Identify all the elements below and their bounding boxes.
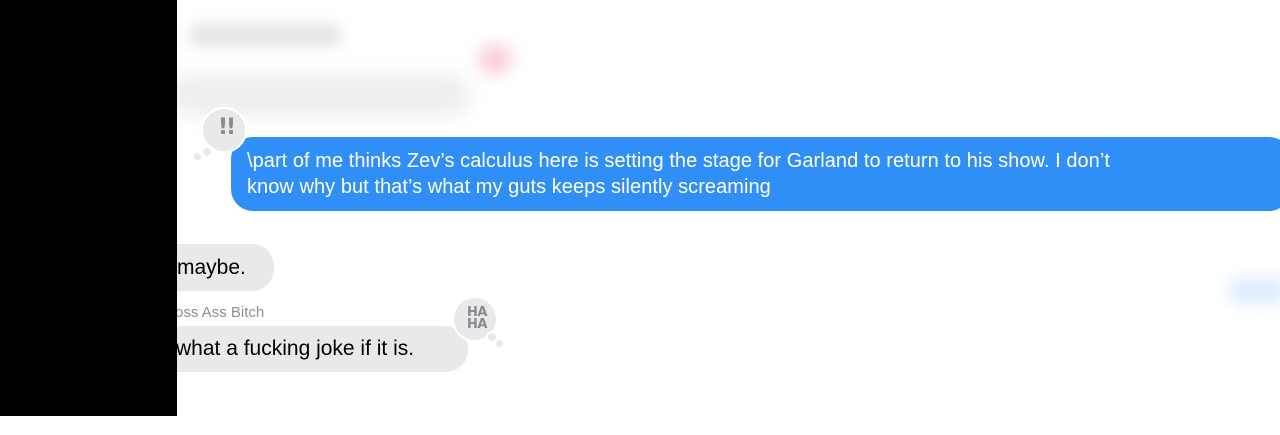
tapback-glyph-bottom: HA	[467, 317, 487, 332]
blurred-reaction	[478, 44, 512, 74]
blurred-bubble-edge	[1228, 278, 1280, 304]
message-text: maybe.	[177, 256, 246, 279]
tapback-glyph: !!	[217, 115, 236, 140]
redaction-block	[0, 0, 177, 416]
blurred-sender-name	[190, 24, 340, 46]
tapback-tail	[496, 340, 503, 347]
outgoing-message-bubble[interactable]: \part of me thinks Zev’s calculus here i…	[231, 137, 1280, 211]
sender-name: Boss Ass Bitch	[165, 304, 265, 321]
message-text-line: \part of me thinks Zev’s calculus here i…	[247, 150, 1110, 172]
message-thread: \part of me thinks Zev’s calculus here i…	[0, 0, 1280, 435]
tapback-tail	[194, 153, 201, 160]
message-text-line: know why but that’s what my guts keeps s…	[247, 176, 771, 198]
tapback-tail	[201, 146, 213, 158]
message-text: what a fucking joke if it is.	[176, 337, 415, 360]
tapback-glyph: HA HA	[454, 306, 500, 332]
